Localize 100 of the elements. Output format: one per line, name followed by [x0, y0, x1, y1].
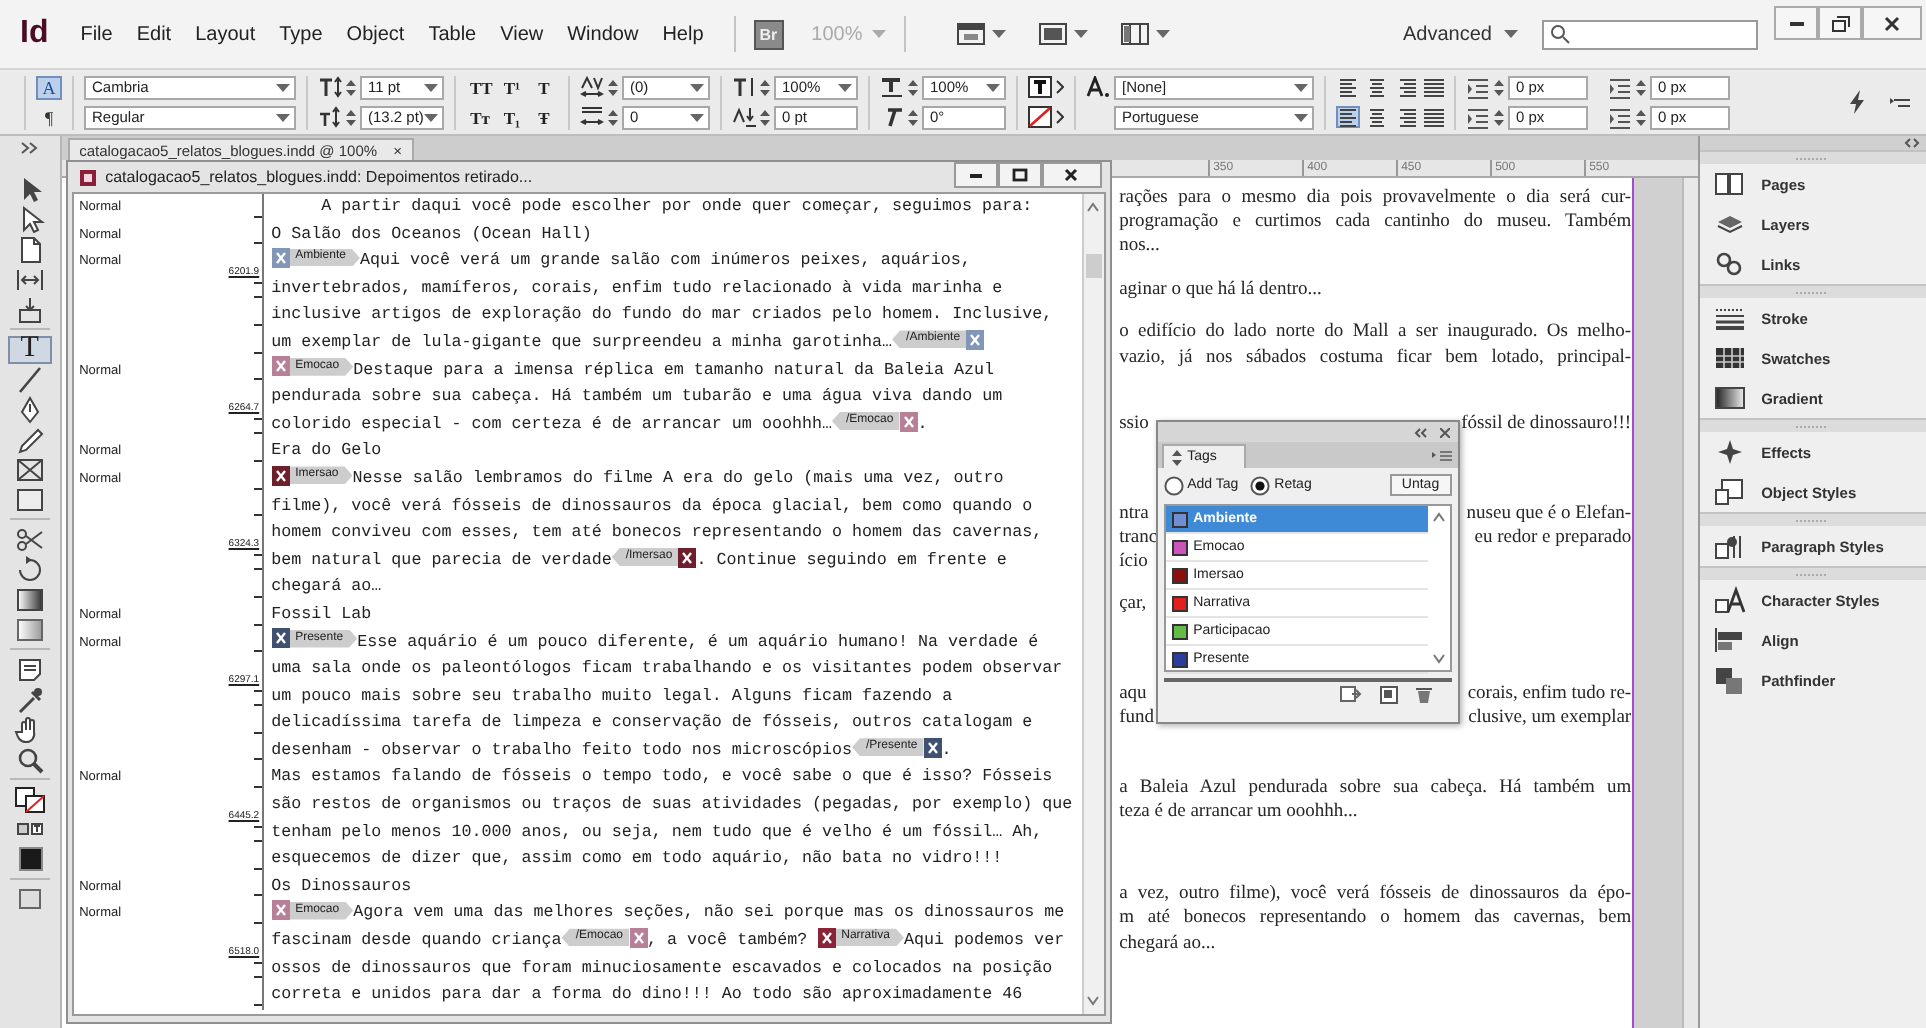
case-button[interactable]: T¹ [498, 77, 526, 97]
scrollbar-thumb[interactable] [1085, 254, 1102, 278]
expand-icon[interactable] [1904, 138, 1920, 148]
menu-item[interactable]: Help [650, 17, 716, 51]
links-icon [1713, 250, 1746, 278]
close-button[interactable] [1041, 162, 1102, 188]
restore-button[interactable] [1818, 6, 1862, 40]
stepper-icon[interactable] [1494, 107, 1504, 127]
mode-toggle[interactable]: ¶ [36, 105, 62, 129]
minimize-button[interactable] [1774, 6, 1818, 40]
menu-item[interactable]: View [488, 17, 556, 51]
paragraph-line: teza é de arrancar um ooohhh... [1119, 800, 1358, 825]
align-button[interactable] [1420, 76, 1444, 98]
story-text: uma sala onde os paleontólogos ficam trabalhando e os visitantes podem observar [271, 658, 1063, 679]
story-text: Era do Gelo [271, 440, 382, 461]
pathfinder-icon [1713, 666, 1746, 694]
stepper-icon[interactable] [1636, 77, 1646, 97]
screen-mode-dropdown[interactable] [1038, 22, 1089, 46]
align-button[interactable] [1364, 106, 1388, 128]
stepper-icon[interactable] [908, 77, 918, 97]
pages-icon [1713, 170, 1746, 198]
case-button[interactable]: Ŧ [530, 107, 558, 127]
story-text: Aqui podemos ver [903, 930, 1065, 951]
tag-text-icon[interactable] [1339, 685, 1362, 703]
horizontal-scale-icon [880, 75, 904, 99]
layers-icon [1713, 210, 1746, 238]
stepper-icon[interactable] [908, 107, 918, 127]
chevron-icon[interactable] [1056, 110, 1064, 124]
filled-square-icon [13, 845, 46, 873]
paragraph-line: o edifício do lado norte do Mall a ser inaugurado. Os melho- [1119, 320, 1632, 346]
lightning-icon[interactable] [1846, 90, 1870, 114]
eyedropper-icon [13, 685, 46, 713]
caret-icon [1294, 83, 1308, 91]
story-text: tenham pelo menos 10.000 anos, ou seja, nem tudo que é velho é um fóssil… Ah, [271, 821, 1043, 842]
scroll-down-icon [1431, 654, 1446, 664]
case-button[interactable]: T [530, 77, 558, 97]
caret-icon [872, 30, 887, 38]
stepper-icon[interactable] [346, 77, 356, 97]
caret-icon [1156, 30, 1171, 38]
story-text: colorido especial - com certeza é de arrancar um ooohhh… [271, 413, 832, 434]
caret-icon [986, 83, 1000, 91]
menu-item[interactable]: Type [267, 17, 335, 51]
align-button[interactable] [1336, 76, 1360, 98]
caret-icon [424, 83, 438, 91]
workspace-dropdown[interactable]: Advanced [1403, 23, 1518, 45]
search-field[interactable] [1542, 19, 1758, 49]
close-icon[interactable] [1439, 427, 1450, 437]
kerning-icon [580, 75, 604, 99]
stepper-icon[interactable] [346, 107, 356, 127]
vertical-scale-icon [732, 75, 756, 99]
maximize-button[interactable] [997, 162, 1042, 188]
case-button[interactable]: T₁ [498, 107, 526, 127]
story-text: Aqui você verá um grande salão com inúmeros peixes, aquários, [359, 250, 971, 271]
case-button[interactable]: Tт [466, 107, 494, 127]
trash-icon[interactable] [1415, 685, 1432, 703]
stroke-none-icon[interactable] [1028, 106, 1052, 128]
stroke-icon [1713, 304, 1746, 332]
paragraph-line: eu redor e preparado [1474, 525, 1632, 550]
stepper-icon[interactable] [608, 77, 618, 97]
arrange-documents-dropdown[interactable] [1120, 22, 1171, 46]
align-icon [1337, 77, 1359, 97]
stepper-icon[interactable] [1636, 107, 1646, 127]
mode-toggle[interactable]: A [36, 75, 62, 99]
close-button[interactable] [1862, 6, 1922, 40]
case-button[interactable]: TT [466, 77, 494, 97]
collapse-icon[interactable] [20, 140, 39, 156]
paragraph-line: tranc [1119, 525, 1158, 550]
view-options-dropdown[interactable] [956, 22, 1007, 46]
caret-icon [424, 113, 438, 121]
chevron-icon[interactable] [1056, 80, 1064, 94]
align-icon [1421, 107, 1443, 127]
menu-item[interactable]: Object [334, 17, 417, 51]
character-style-icon [1086, 75, 1110, 99]
menu-item[interactable]: Window [555, 17, 651, 51]
story-text: . [917, 413, 928, 434]
gradient-icon [1713, 384, 1746, 412]
magnifier-icon [13, 745, 46, 773]
align-button[interactable] [1364, 76, 1388, 98]
menu-item[interactable]: Edit [124, 17, 184, 51]
new-tag-icon[interactable] [1379, 685, 1398, 703]
align-button[interactable] [1420, 106, 1444, 128]
close-icon [1884, 15, 1900, 31]
swatches-icon [1713, 344, 1746, 372]
stepper-icon[interactable] [608, 107, 618, 127]
stepper-icon[interactable] [1494, 77, 1504, 97]
minimize-button[interactable] [953, 162, 998, 188]
menu-item[interactable]: Table [416, 17, 489, 51]
align-button[interactable] [1336, 106, 1360, 128]
stepper-icon[interactable] [760, 77, 770, 97]
panel-menu-icon[interactable] [1431, 449, 1452, 461]
text-fill-icon[interactable] [1028, 76, 1052, 98]
stepper-icon[interactable] [760, 107, 770, 127]
story-text: correta e unidos para dar a forma do dino!!! Ao todo são aproximadamente 46 [271, 984, 1023, 1005]
story-text: Agora vem uma das melhores seções, não sei porque mas os dinossauros me [353, 902, 1065, 923]
story-text: chegará ao… [271, 576, 382, 597]
collapse-icon[interactable] [1413, 427, 1428, 437]
paragraph-line: nos... [1119, 234, 1160, 260]
menu-item[interactable]: File [68, 17, 125, 51]
menu-item[interactable]: Layout [183, 17, 268, 51]
type-tool-button[interactable]: T [7, 335, 52, 363]
